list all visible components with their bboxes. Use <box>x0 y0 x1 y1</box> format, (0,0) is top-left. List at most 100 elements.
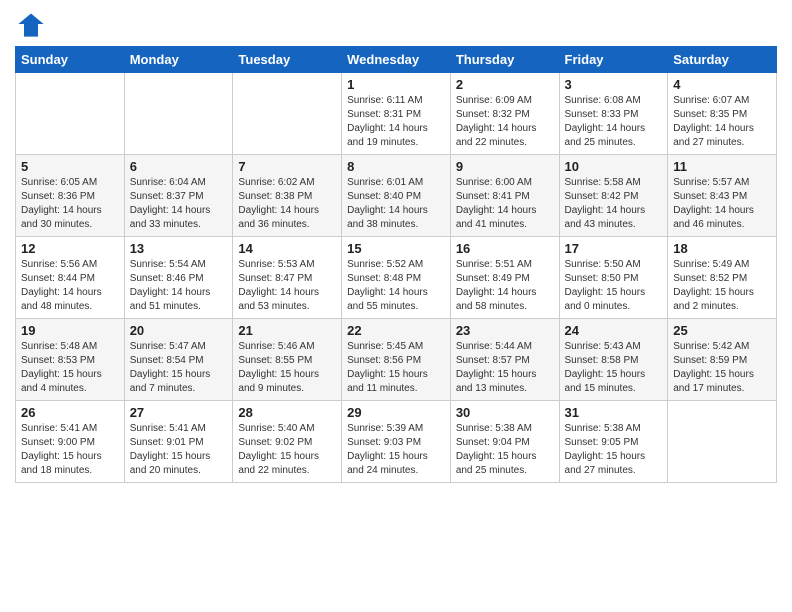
day-info: Sunrise: 5:50 AM Sunset: 8:50 PM Dayligh… <box>565 258 663 314</box>
day-number: 29 <box>347 405 445 420</box>
day-info: Sunrise: 5:47 AM Sunset: 8:54 PM Dayligh… <box>130 340 228 396</box>
day-info: Sunrise: 5:39 AM Sunset: 9:03 PM Dayligh… <box>347 422 445 478</box>
day-info: Sunrise: 5:41 AM Sunset: 9:00 PM Dayligh… <box>21 422 119 478</box>
day-cell-10: 10 Sunrise: 5:58 AM Sunset: 8:42 PM Dayli… <box>559 155 668 237</box>
day-number: 9 <box>456 159 554 174</box>
day-cell-5: 5 Sunrise: 6:05 AM Sunset: 8:36 PM Daylig… <box>16 155 125 237</box>
day-number: 22 <box>347 323 445 338</box>
day-info: Sunrise: 5:54 AM Sunset: 8:46 PM Dayligh… <box>130 258 228 314</box>
day-number: 27 <box>130 405 228 420</box>
day-info: Sunrise: 5:44 AM Sunset: 8:57 PM Dayligh… <box>456 340 554 396</box>
day-number: 16 <box>456 241 554 256</box>
day-cell-28: 28 Sunrise: 5:40 AM Sunset: 9:02 PM Dayli… <box>233 401 342 483</box>
day-cell-29: 29 Sunrise: 5:39 AM Sunset: 9:03 PM Dayli… <box>342 401 451 483</box>
day-info: Sunrise: 5:56 AM Sunset: 8:44 PM Dayligh… <box>21 258 119 314</box>
weekday-header-monday: Monday <box>124 47 233 73</box>
day-number: 23 <box>456 323 554 338</box>
day-info: Sunrise: 6:08 AM Sunset: 8:33 PM Dayligh… <box>565 94 663 150</box>
day-cell-20: 20Sunrise: 5:47 AM Sunset: 8:54 PM Dayli… <box>124 319 233 401</box>
day-cell-3: 3 Sunrise: 6:08 AM Sunset: 8:33 PM Daylig… <box>559 73 668 155</box>
day-info: Sunrise: 6:00 AM Sunset: 8:41 PM Dayligh… <box>456 176 554 232</box>
day-info: Sunrise: 5:58 AM Sunset: 8:42 PM Dayligh… <box>565 176 663 232</box>
day-number: 30 <box>456 405 554 420</box>
day-info: Sunrise: 5:53 AM Sunset: 8:47 PM Dayligh… <box>238 258 336 314</box>
day-info: Sunrise: 5:45 AM Sunset: 8:56 PM Dayligh… <box>347 340 445 396</box>
day-cell-8: 8Sunrise: 6:01 AM Sunset: 8:40 PM Daylig… <box>342 155 451 237</box>
day-cell-13: 13 Sunrise: 5:54 AM Sunset: 8:46 PM Dayli… <box>124 237 233 319</box>
day-cell-15: 15 Sunrise: 5:52 AM Sunset: 8:48 PM Dayli… <box>342 237 451 319</box>
day-number: 28 <box>238 405 336 420</box>
weekday-header-tuesday: Tuesday <box>233 47 342 73</box>
day-info: Sunrise: 6:04 AM Sunset: 8:37 PM Dayligh… <box>130 176 228 232</box>
day-cell-1: 1 Sunrise: 6:11 AM Sunset: 8:31 PM Daylig… <box>342 73 451 155</box>
calendar-table: SundayMondayTuesdayWednesdayThursdayFrid… <box>15 46 777 483</box>
weekday-header-saturday: Saturday <box>668 47 777 73</box>
day-info: Sunrise: 5:57 AM Sunset: 8:43 PM Dayligh… <box>673 176 771 232</box>
day-number: 7 <box>238 159 336 174</box>
day-number: 3 <box>565 77 663 92</box>
day-cell-7: 7 Sunrise: 6:02 AM Sunset: 8:38 PM Daylig… <box>233 155 342 237</box>
empty-cell <box>233 73 342 155</box>
week-row-5: 26Sunrise: 5:41 AM Sunset: 9:00 PM Dayli… <box>16 401 777 483</box>
day-number: 11 <box>673 159 771 174</box>
empty-cell <box>124 73 233 155</box>
day-cell-27: 27 Sunrise: 5:41 AM Sunset: 9:01 PM Dayli… <box>124 401 233 483</box>
day-number: 24 <box>565 323 663 338</box>
day-number: 21 <box>238 323 336 338</box>
day-info: Sunrise: 5:38 AM Sunset: 9:05 PM Dayligh… <box>565 422 663 478</box>
weekday-header-wednesday: Wednesday <box>342 47 451 73</box>
weekday-header-row: SundayMondayTuesdayWednesdayThursdayFrid… <box>16 47 777 73</box>
week-row-4: 19Sunrise: 5:48 AM Sunset: 8:53 PM Dayli… <box>16 319 777 401</box>
day-cell-6: 6Sunrise: 6:04 AM Sunset: 8:37 PM Daylig… <box>124 155 233 237</box>
day-cell-30: 30 Sunrise: 5:38 AM Sunset: 9:04 PM Dayli… <box>450 401 559 483</box>
day-cell-21: 21 Sunrise: 5:46 AM Sunset: 8:55 PM Dayli… <box>233 319 342 401</box>
day-cell-12: 12 Sunrise: 5:56 AM Sunset: 8:44 PM Dayli… <box>16 237 125 319</box>
day-info: Sunrise: 5:49 AM Sunset: 8:52 PM Dayligh… <box>673 258 771 314</box>
day-info: Sunrise: 5:52 AM Sunset: 8:48 PM Dayligh… <box>347 258 445 314</box>
day-cell-9: 9 Sunrise: 6:00 AM Sunset: 8:41 PM Daylig… <box>450 155 559 237</box>
day-cell-14: 14 Sunrise: 5:53 AM Sunset: 8:47 PM Dayli… <box>233 237 342 319</box>
day-cell-16: 16 Sunrise: 5:51 AM Sunset: 8:49 PM Dayli… <box>450 237 559 319</box>
day-number: 2 <box>456 77 554 92</box>
day-info: Sunrise: 6:02 AM Sunset: 8:38 PM Dayligh… <box>238 176 336 232</box>
day-cell-25: 25Sunrise: 5:42 AM Sunset: 8:59 PM Dayli… <box>668 319 777 401</box>
day-info: Sunrise: 5:38 AM Sunset: 9:04 PM Dayligh… <box>456 422 554 478</box>
day-number: 10 <box>565 159 663 174</box>
day-info: Sunrise: 5:51 AM Sunset: 8:49 PM Dayligh… <box>456 258 554 314</box>
week-row-2: 5 Sunrise: 6:05 AM Sunset: 8:36 PM Daylig… <box>16 155 777 237</box>
day-cell-23: 23 Sunrise: 5:44 AM Sunset: 8:57 PM Dayli… <box>450 319 559 401</box>
day-info: Sunrise: 6:05 AM Sunset: 8:36 PM Dayligh… <box>21 176 119 232</box>
day-number: 1 <box>347 77 445 92</box>
logo-area <box>15 10 45 38</box>
week-row-1: 1 Sunrise: 6:11 AM Sunset: 8:31 PM Daylig… <box>16 73 777 155</box>
day-info: Sunrise: 5:43 AM Sunset: 8:58 PM Dayligh… <box>565 340 663 396</box>
day-number: 4 <box>673 77 771 92</box>
day-cell-2: 2Sunrise: 6:09 AM Sunset: 8:32 PM Daylig… <box>450 73 559 155</box>
day-number: 13 <box>130 241 228 256</box>
empty-cell <box>668 401 777 483</box>
day-number: 5 <box>21 159 119 174</box>
page: SundayMondayTuesdayWednesdayThursdayFrid… <box>0 0 792 493</box>
day-info: Sunrise: 5:41 AM Sunset: 9:01 PM Dayligh… <box>130 422 228 478</box>
weekday-header-friday: Friday <box>559 47 668 73</box>
week-row-3: 12 Sunrise: 5:56 AM Sunset: 8:44 PM Dayli… <box>16 237 777 319</box>
day-number: 19 <box>21 323 119 338</box>
day-cell-26: 26Sunrise: 5:41 AM Sunset: 9:00 PM Dayli… <box>16 401 125 483</box>
day-info: Sunrise: 5:46 AM Sunset: 8:55 PM Dayligh… <box>238 340 336 396</box>
logo-icon <box>17 10 45 38</box>
day-number: 15 <box>347 241 445 256</box>
day-cell-31: 31Sunrise: 5:38 AM Sunset: 9:05 PM Dayli… <box>559 401 668 483</box>
day-cell-19: 19Sunrise: 5:48 AM Sunset: 8:53 PM Dayli… <box>16 319 125 401</box>
day-number: 17 <box>565 241 663 256</box>
day-cell-11: 11 Sunrise: 5:57 AM Sunset: 8:43 PM Dayli… <box>668 155 777 237</box>
weekday-header-thursday: Thursday <box>450 47 559 73</box>
day-number: 12 <box>21 241 119 256</box>
header <box>15 10 777 38</box>
day-number: 25 <box>673 323 771 338</box>
day-number: 8 <box>347 159 445 174</box>
day-number: 18 <box>673 241 771 256</box>
day-info: Sunrise: 5:40 AM Sunset: 9:02 PM Dayligh… <box>238 422 336 478</box>
day-info: Sunrise: 6:11 AM Sunset: 8:31 PM Dayligh… <box>347 94 445 150</box>
day-info: Sunrise: 6:07 AM Sunset: 8:35 PM Dayligh… <box>673 94 771 150</box>
day-number: 14 <box>238 241 336 256</box>
